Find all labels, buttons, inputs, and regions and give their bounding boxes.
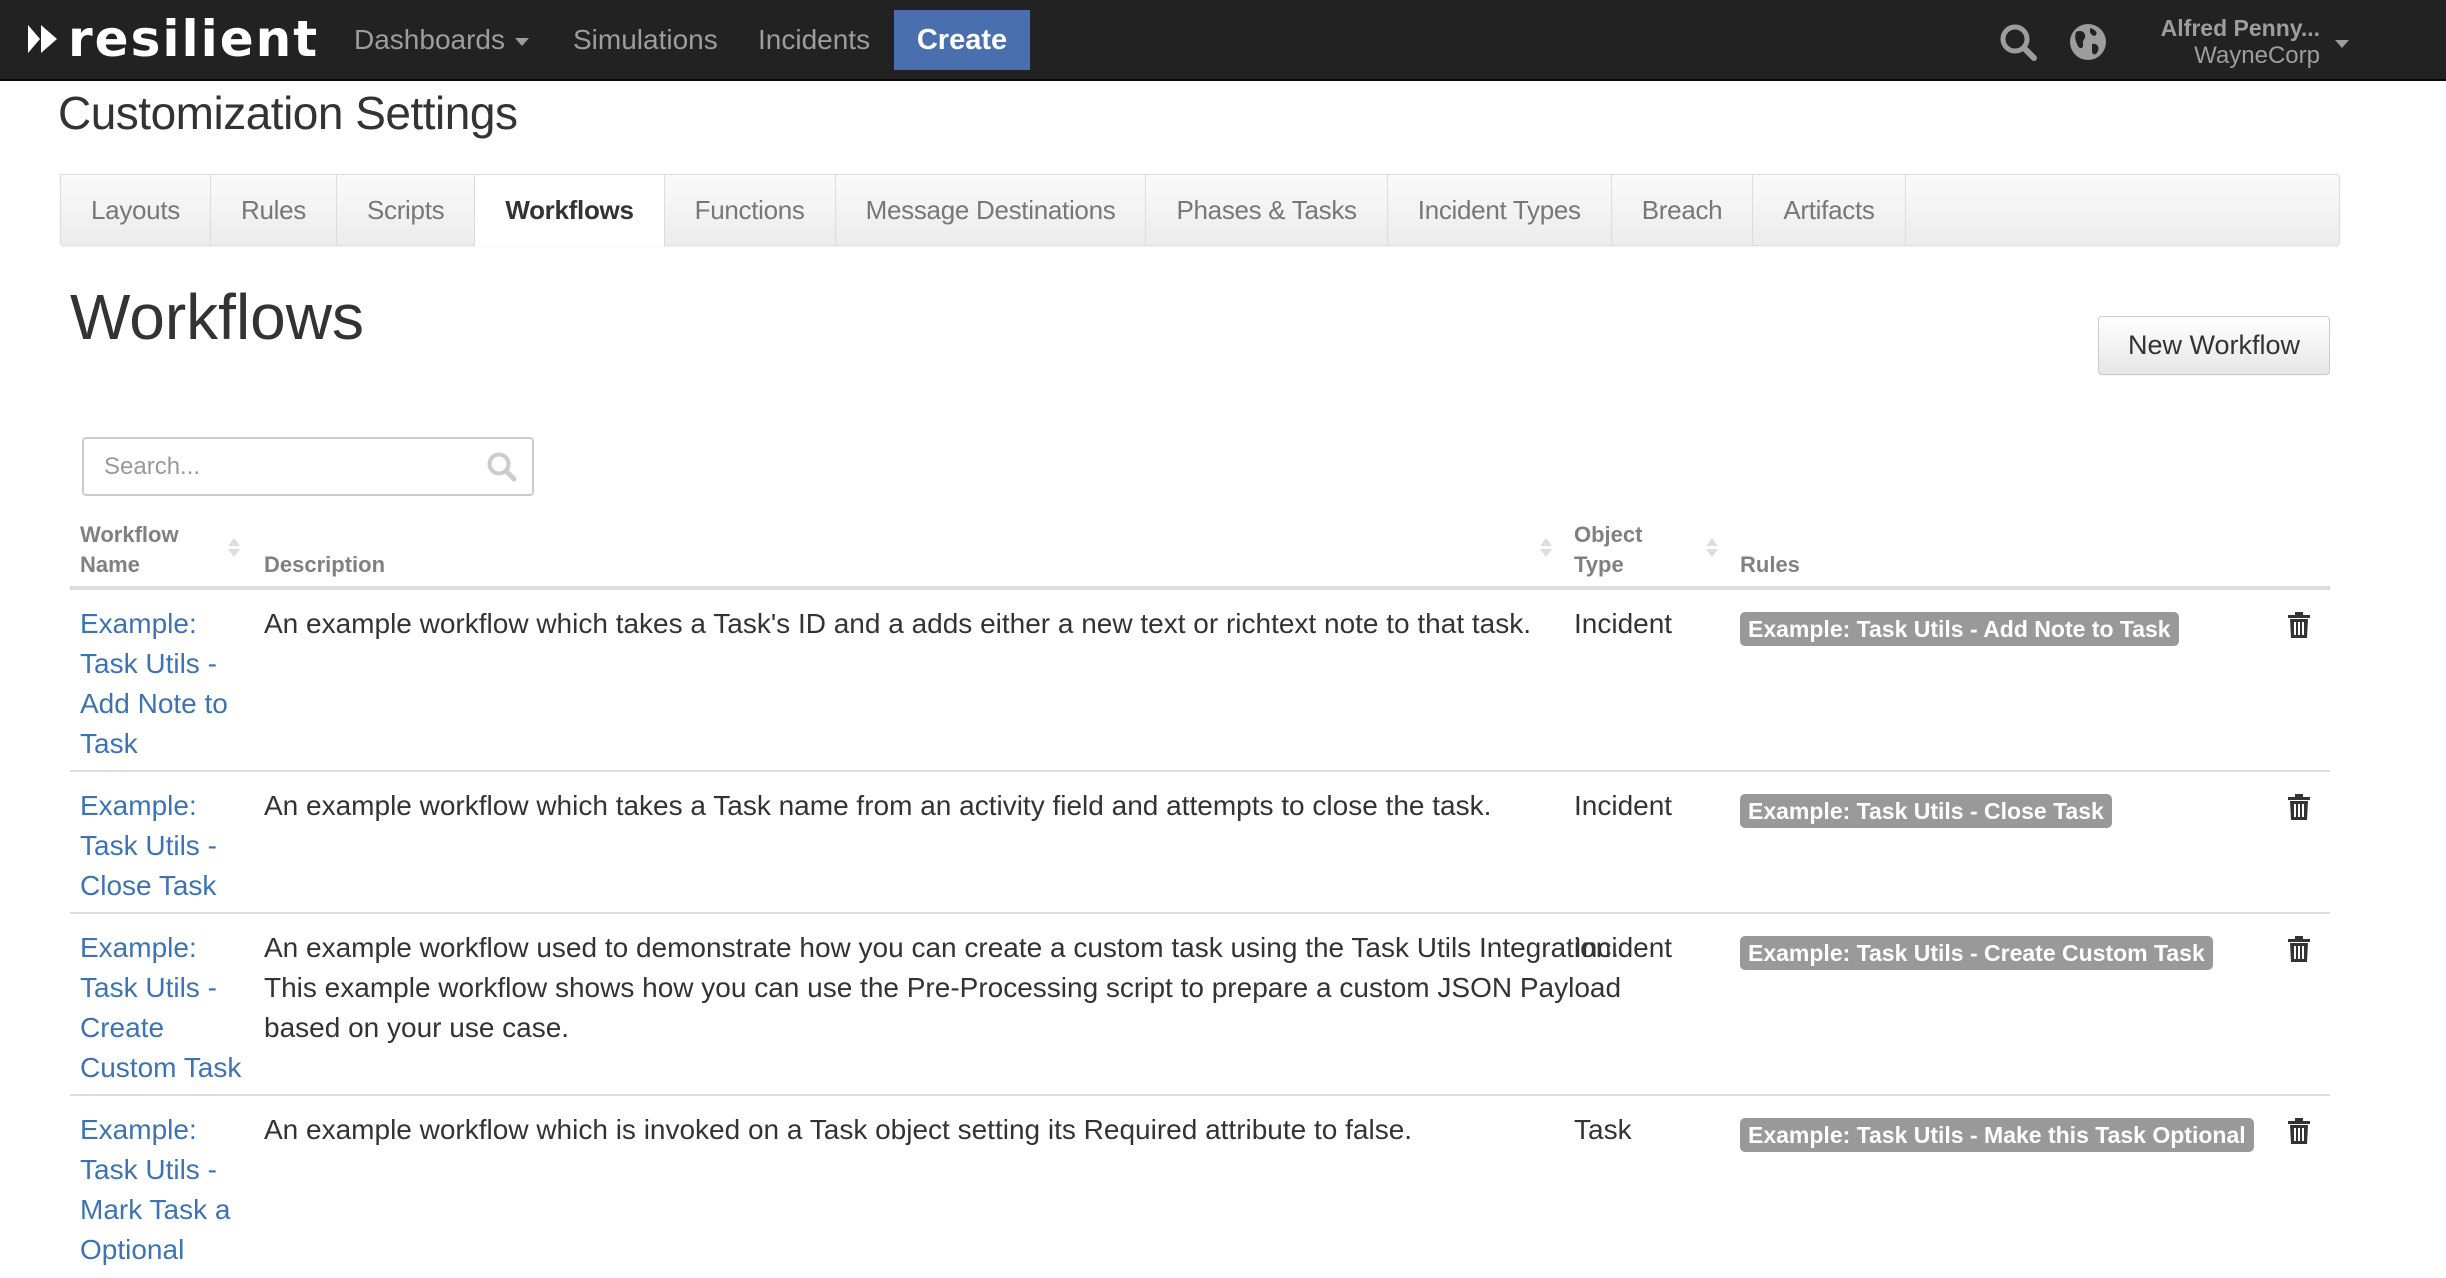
workflow-name-link[interactable]: Example: Task Utils - Mark Task a Option…: [80, 1110, 260, 1270]
logo-chevron-icon: [28, 22, 62, 56]
tab-phases-tasks[interactable]: Phases & Tasks: [1146, 175, 1388, 245]
logo-text: resilient: [68, 10, 320, 68]
search-icon[interactable]: [486, 451, 518, 483]
sort-icon[interactable]: [228, 538, 240, 560]
sort-icon[interactable]: [1540, 538, 1552, 560]
workflow-object-type: Incident: [1574, 790, 1673, 821]
workflow-search: [82, 437, 534, 496]
workflow-name-link[interactable]: Example: Task Utils - Close Task: [80, 786, 260, 906]
user-menu[interactable]: Alfred Penny... WayneCorp: [2130, 14, 2320, 70]
rule-badge[interactable]: Example: Task Utils - Close Task: [1740, 794, 2112, 828]
header-label: Name: [80, 552, 140, 577]
tab-breach[interactable]: Breach: [1612, 175, 1754, 245]
table-header: Workflow Name Description Object Type Ru…: [70, 516, 2330, 590]
trash-icon[interactable]: [2288, 794, 2310, 820]
rule-badge[interactable]: Example: Task Utils - Create Custom Task: [1740, 936, 2213, 970]
user-org: WayneCorp: [2194, 42, 2320, 69]
tab-incident-types[interactable]: Incident Types: [1388, 175, 1612, 245]
tab-rules[interactable]: Rules: [211, 175, 337, 245]
header-label: Type: [1574, 552, 1624, 577]
workflow-name-link[interactable]: Example: Task Utils - Add Note to Task: [80, 604, 260, 764]
workflows-table: Workflow Name Description Object Type Ru…: [70, 516, 2330, 1278]
globe-icon[interactable]: [2068, 22, 2108, 62]
workflow-description: An example workflow which is invoked on …: [264, 1114, 1413, 1145]
tab-artifacts[interactable]: Artifacts: [1753, 175, 1906, 245]
tab-functions[interactable]: Functions: [665, 175, 836, 245]
workflow-description: An example workflow used to demonstrate …: [264, 932, 1622, 1043]
resilient-logo[interactable]: resilient: [28, 12, 319, 66]
table-row: Example: Task Utils - Add Note to Task A…: [70, 590, 2330, 772]
rule-badge[interactable]: Example: Task Utils - Add Note to Task: [1740, 612, 2179, 646]
workflow-object-type: Incident: [1574, 932, 1673, 963]
user-name: Alfred Penny...: [2160, 15, 2320, 41]
create-button[interactable]: Create: [894, 10, 1030, 70]
workflow-object-type: Incident: [1574, 608, 1673, 639]
user-menu-caret-icon[interactable]: [2335, 40, 2349, 48]
top-navbar: resilient Dashboards Simulations Inciden…: [0, 0, 2446, 81]
nav-dashboards[interactable]: Dashboards: [354, 0, 529, 80]
search-input[interactable]: [84, 439, 464, 494]
workflows-heading: Workflows: [70, 281, 364, 353]
nav-incidents[interactable]: Incidents: [758, 0, 870, 80]
customization-tabs: Layouts Rules Scripts Workflows Function…: [60, 174, 2340, 247]
caret-down-icon: [514, 37, 529, 46]
nav-dashboards-label: Dashboards: [354, 24, 505, 55]
tab-scripts[interactable]: Scripts: [337, 175, 476, 245]
workflow-description: An example workflow which takes a Task's…: [264, 608, 1532, 639]
workflow-description: An example workflow which takes a Task n…: [264, 790, 1492, 821]
table-row: Example: Task Utils - Create Custom Task…: [70, 914, 2330, 1096]
tab-workflows[interactable]: Workflows: [475, 175, 665, 247]
trash-icon[interactable]: [2288, 612, 2310, 638]
nav-simulations[interactable]: Simulations: [573, 0, 718, 80]
table-row: Example: Task Utils - Close Task An exam…: [70, 772, 2330, 914]
tab-layouts[interactable]: Layouts: [61, 175, 211, 245]
tab-message-destinations[interactable]: Message Destinations: [836, 175, 1147, 245]
table-row: Example: Task Utils - Mark Task a Option…: [70, 1096, 2330, 1278]
new-workflow-button[interactable]: New Workflow: [2098, 316, 2330, 375]
column-header-description[interactable]: Description: [264, 550, 385, 580]
search-icon[interactable]: [1998, 22, 2038, 62]
column-header-rules: Rules: [1740, 552, 1800, 577]
workflow-object-type: Task: [1574, 1114, 1632, 1145]
rule-badge[interactable]: Example: Task Utils - Make this Task Opt…: [1740, 1118, 2254, 1152]
trash-icon[interactable]: [2288, 936, 2310, 962]
header-label: Object: [1574, 522, 1643, 547]
trash-icon[interactable]: [2288, 1118, 2310, 1144]
column-header-object-type[interactable]: Object Type: [1574, 520, 1642, 580]
column-header-workflow-name[interactable]: Workflow Name: [80, 520, 179, 580]
page-title: Customization Settings: [58, 87, 518, 139]
sort-icon[interactable]: [1706, 538, 1718, 560]
header-label: Workflow: [80, 522, 179, 547]
workflow-name-link[interactable]: Example: Task Utils - Create Custom Task: [80, 928, 260, 1088]
